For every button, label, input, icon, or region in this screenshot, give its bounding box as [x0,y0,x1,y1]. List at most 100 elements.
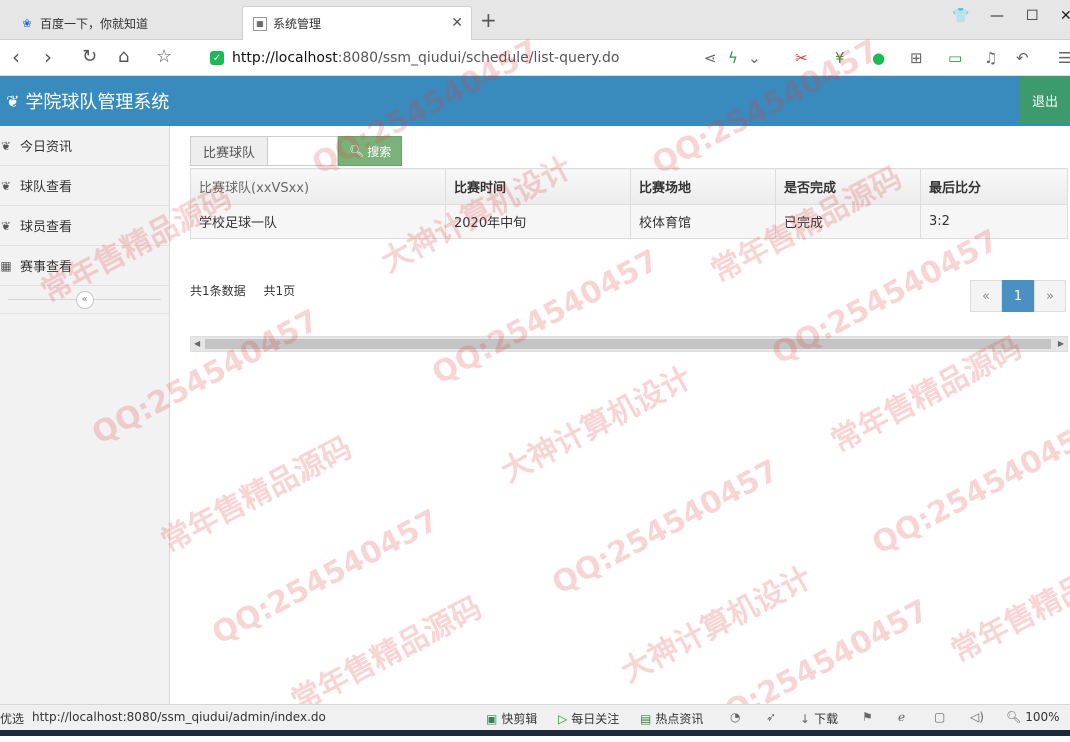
sidebar-collapse: « [0,286,169,314]
download-icon: ↓ [800,711,811,726]
status-left: 优选 [0,712,25,726]
minimize-button[interactable]: — [990,8,1004,24]
sidebar-item-teams[interactable]: ❦ 球队查看 [0,166,169,206]
ie-icon[interactable]: ℯ [898,710,909,724]
search-bar: 比赛球队 🔍︎ 搜索 [190,136,403,166]
news-icon: ▤ [640,711,652,726]
url-host: http://localhost [232,50,338,66]
collapse-sidebar-button[interactable]: « [75,290,94,309]
search-input[interactable] [268,136,339,166]
status-bar: 优选 http://localhost:8080/ssm_qiudui/admi… [0,704,1070,730]
zoom-control[interactable]: 🔍︎ 100% [1006,710,1060,724]
url-field[interactable]: ✓ http://localhost:8080/ssm_qiudui/sched… [210,44,770,72]
app-header: ❦ 学院球队管理系统 退出 [0,76,1070,126]
volume-icon[interactable]: ◁) [970,710,988,724]
status-item-label: 快剪辑 [501,712,538,726]
paw-icon: ❀ [22,16,32,30]
menu-icon[interactable]: ☰ [1058,49,1070,67]
main-content: 比赛球队 🔍︎ 搜索 比赛球队(xxVSxx) 比赛时间 比赛场地 是否完成 最… [170,126,1070,704]
status-item-follow[interactable]: ▷ 每日关注 [558,710,619,727]
browser-tab-bar: ❀ 百度一下，你就知道 ▦ 系统管理 ✕ + 👕 — ☐ ✕ [0,0,1070,40]
leaf-icon: ❦ [6,91,20,111]
tab-title: 百度一下，你就知道 [40,16,149,31]
column-header: 比赛时间 [445,168,631,205]
speed-icon[interactable]: ◔ [730,710,744,724]
status-item-label: 下载 [814,712,839,726]
close-tab-icon[interactable]: ✕ [451,15,463,31]
page-icon: ▦ [253,16,267,31]
new-tab-button[interactable]: + [480,10,497,30]
column-header: 是否完成 [775,168,921,205]
address-bar: ‹ › ↻ ⌂ ☆ ✓ http://localhost:8080/ssm_qi… [0,40,1070,76]
status-item-download[interactable]: ↓ 下载 [800,710,838,727]
dropdown-icon[interactable]: ⌄ [748,49,761,67]
leaf-icon: ❦ [0,178,12,193]
reload-icon[interactable]: ↻ [82,47,97,67]
taskbar-strip [0,730,1070,736]
shirt-icon[interactable]: 👕 [952,8,969,24]
column-header: 比赛场地 [630,168,776,205]
sidebar-item-matches[interactable]: ▦ 赛事查看 [0,246,169,286]
leaf-icon: ❦ [0,218,12,233]
column-header: 比赛球队(xxVSxx) [190,168,446,205]
shield-icon[interactable]: ¥ [835,49,845,67]
forward-icon[interactable]: › [44,47,52,67]
tab-baidu[interactable]: ❀ 百度一下，你就知道 [10,6,240,40]
home-icon[interactable]: ⌂ [118,47,129,67]
battery-icon[interactable]: ▭ [948,49,962,67]
sidebar-item-label: 球员查看 [20,220,73,235]
search-button[interactable]: 🔍︎ 搜索 [338,136,403,166]
table-cell: 3:2 [920,204,1068,239]
sidebar-item-players[interactable]: ❦ 球员查看 [0,206,169,246]
search-icon: 🔍︎ [349,144,365,158]
status-item-news[interactable]: ▤ 热点资讯 [640,710,703,727]
tab-system-admin[interactable]: ▦ 系统管理 ✕ [242,6,472,40]
share-icon[interactable]: ⋖ [704,49,717,67]
back-icon[interactable]: ‹ [12,47,20,67]
status-item-clip[interactable]: ▣ 快剪辑 [486,710,537,727]
status-item-label: 热点资讯 [655,712,704,726]
url-path: :8080/ssm_qiudui/schedule/list-query.do [337,50,620,66]
play-circle-icon: ▷ [558,711,568,726]
search-label: 比赛球队 [190,136,269,166]
table-header-row: 比赛球队(xxVSxx) 比赛时间 比赛场地 是否完成 最后比分 [190,168,1068,205]
close-window-button[interactable]: ✕ [1060,8,1070,24]
scissors-icon[interactable]: ✂ [795,49,808,67]
pagination: « 1 » [970,280,1066,312]
table-cell: 校体育馆 [630,204,776,239]
zoom-level: 100% [1025,710,1060,724]
sidebar-item-label: 球队查看 [20,180,73,195]
page-button-current[interactable]: 1 [1002,280,1034,312]
apps-icon[interactable]: ⊞ [910,49,923,67]
scrollbar-thumb[interactable] [205,339,1051,349]
sidebar-item-label: 赛事查看 [20,260,73,275]
horizontal-scrollbar[interactable]: ◀ ▶ [190,336,1068,352]
prev-page-button[interactable]: « [970,280,1002,312]
logout-button[interactable]: 退出 [1020,76,1070,124]
lightning-icon[interactable]: ϟ [728,49,738,67]
headphones-icon[interactable]: ♫ [984,49,997,67]
secure-icon: ✓ [210,51,224,65]
calendar-icon: ▦ [0,258,12,273]
star-icon[interactable]: ☆ [156,47,172,67]
scroll-left-icon[interactable]: ◀ [194,337,200,351]
total-pages: 共1页 [263,284,296,298]
rocket-icon[interactable]: ➶ [766,710,780,724]
sidebar: ❦ 今日资讯 ❦ 球队查看 ❦ 球员查看 ▦ 赛事查看 « [0,126,170,704]
green-circle-icon[interactable]: ● [872,49,885,67]
flag-icon[interactable]: ⚑ [862,710,877,724]
next-page-button[interactable]: » [1034,280,1066,312]
window-icon[interactable]: ▢ [934,710,949,724]
status-url: http://localhost:8080/ssm_qiudui/admin/i… [32,710,326,724]
sidebar-item-label: 今日资讯 [20,140,73,155]
table-cell: 2020年中旬 [445,204,631,239]
scroll-right-icon[interactable]: ▶ [1058,337,1064,351]
schedule-table: 比赛球队(xxVSxx) 比赛时间 比赛场地 是否完成 最后比分 学校足球一队 … [190,168,1068,239]
undo-icon[interactable]: ↶ [1016,49,1029,67]
app-brand: ❦ 学院球队管理系统 [6,88,169,114]
maximize-button[interactable]: ☐ [1026,8,1039,24]
table-row[interactable]: 学校足球一队 2020年中旬 校体育馆 已完成 3:2 [190,204,1068,239]
sidebar-item-news[interactable]: ❦ 今日资讯 [0,126,169,166]
zoom-icon: 🔍︎ [1006,710,1022,724]
tab-title: 系统管理 [273,17,322,31]
